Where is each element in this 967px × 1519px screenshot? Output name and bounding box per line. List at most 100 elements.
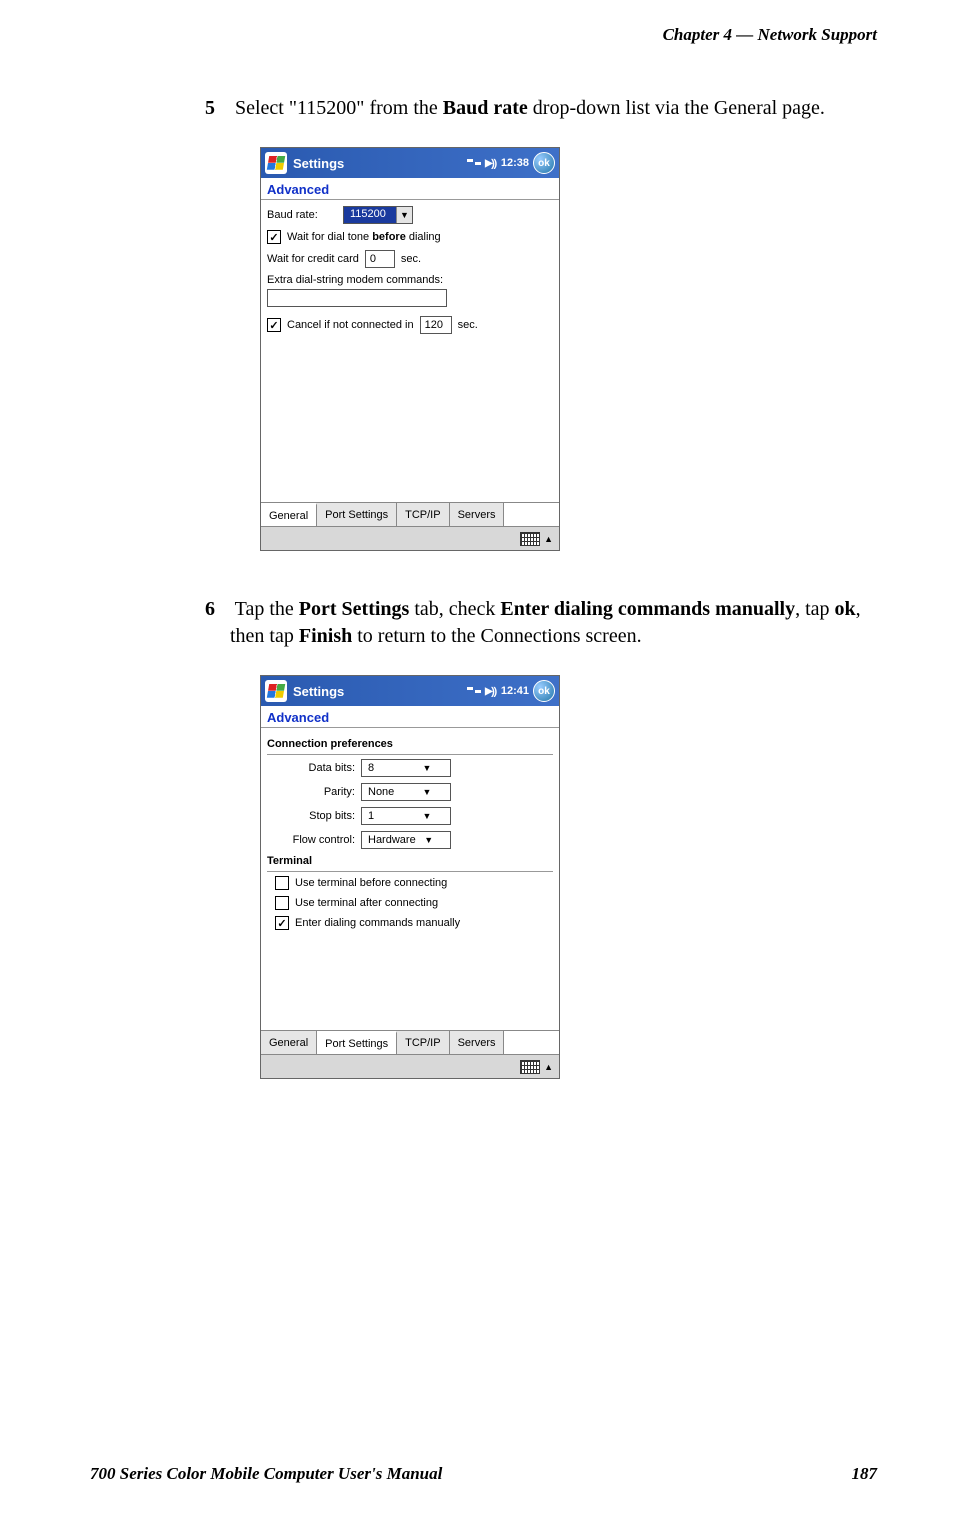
speaker-icon <box>485 684 497 699</box>
ok-button-2[interactable]: ok <box>533 680 555 702</box>
wait-dial-tone-checkbox[interactable]: ✓ <box>267 230 281 244</box>
step-5-frag-b: " from the <box>356 97 442 119</box>
status-icons-2: 12:41 <box>467 684 529 699</box>
stop-bits-value: 1 <box>362 809 420 823</box>
tab-servers[interactable]: Servers <box>450 503 505 526</box>
screen-body: Baud rate: 115200 ▼ ✓ Wait for dial tone… <box>261 200 559 502</box>
s6-b3: ok <box>835 598 856 620</box>
page-footer: 700 Series Color Mobile Computer User's … <box>90 1464 877 1484</box>
bottom-bar-2: ▲ <box>261 1054 559 1078</box>
parity-dropdown[interactable]: None ▼ <box>361 783 451 801</box>
cancel-checkbox[interactable]: ✓ <box>267 318 281 332</box>
terminal-before-checkbox[interactable] <box>275 876 289 890</box>
s6-d: , tap <box>795 598 834 620</box>
wait-credit-input[interactable]: 0 <box>365 250 395 268</box>
screenshot-2: Settings 12:41 ok Advanced Connection pr… <box>260 675 877 1079</box>
keyboard-icon[interactable] <box>520 532 540 546</box>
wait-credit-label: Wait for credit card <box>267 253 359 265</box>
extra-commands-input[interactable] <box>267 289 447 307</box>
chevron-down-icon: ▼ <box>396 207 412 223</box>
titlebar-2: Settings 12:41 ok <box>261 676 559 706</box>
stop-bits-label: Stop bits: <box>275 810 355 822</box>
chevron-down-icon: ▼ <box>420 812 434 821</box>
wait-dial-after: dialing <box>406 231 441 243</box>
baud-rate-dropdown[interactable]: 115200 ▼ <box>343 206 413 224</box>
step-5-frag-c: drop-down list via the General page. <box>528 97 825 119</box>
data-bits-label: Data bits: <box>275 762 355 774</box>
chevron-up-icon[interactable]: ▲ <box>544 534 553 544</box>
s6-f: to return to the Connections screen. <box>352 625 641 647</box>
wait-dial-before: Wait for dial tone <box>287 231 372 243</box>
keyboard-icon[interactable] <box>520 1060 540 1074</box>
windows-flag-icon[interactable] <box>265 152 287 174</box>
screen-body-2: Connection preferences Data bits: 8 ▼ Pa… <box>261 728 559 1030</box>
cancel-sec: sec. <box>458 319 478 331</box>
tab-tcpip[interactable]: TCP/IP <box>397 503 449 526</box>
stop-bits-dropdown[interactable]: 1 ▼ <box>361 807 451 825</box>
flow-control-value: Hardware <box>362 833 422 847</box>
wait-credit-sec: sec. <box>401 253 421 265</box>
screen-heading: Advanced <box>261 178 559 200</box>
ok-button[interactable]: ok <box>533 152 555 174</box>
tab-tcpip-2[interactable]: TCP/IP <box>397 1031 449 1054</box>
chevron-down-icon: ▼ <box>420 788 434 797</box>
chevron-down-icon: ▼ <box>420 764 434 773</box>
divider <box>267 754 553 755</box>
tab-port-settings-2[interactable]: Port Settings <box>317 1031 397 1054</box>
connection-icon <box>467 157 481 170</box>
connection-prefs-heading: Connection preferences <box>267 738 553 750</box>
clock: 12:38 <box>501 157 529 169</box>
data-bits-dropdown[interactable]: 8 ▼ <box>361 759 451 777</box>
ppc-window-general: Settings 12:38 ok Advanced Baud rate: 11… <box>260 147 560 551</box>
step-6-text: 6 Tap the Port Settings tab, check Enter… <box>230 596 877 650</box>
parity-value: None <box>362 785 420 799</box>
wait-dial-bold: before <box>372 231 406 243</box>
terminal-after-checkbox[interactable] <box>275 896 289 910</box>
divider <box>267 871 553 872</box>
chevron-down-icon: ▼ <box>422 836 436 845</box>
cancel-timeout-input[interactable]: 120 <box>420 316 452 334</box>
enter-dialing-manually-label: Enter dialing commands manually <box>295 917 460 929</box>
titlebar: Settings 12:38 ok <box>261 148 559 178</box>
step-6-number: 6 <box>205 596 230 623</box>
status-icons: 12:38 <box>467 156 529 171</box>
tab-bar-2: General Port Settings TCP/IP Servers <box>261 1030 559 1054</box>
flow-control-label: Flow control: <box>275 834 355 846</box>
tab-servers-2[interactable]: Servers <box>450 1031 505 1054</box>
clock-2: 12:41 <box>501 685 529 697</box>
terminal-heading: Terminal <box>267 855 553 867</box>
bottom-bar: ▲ <box>261 526 559 550</box>
page-header: Chapter 4 — Network Support <box>90 25 877 45</box>
parity-label: Parity: <box>275 786 355 798</box>
s6-b1: Port Settings <box>299 598 410 620</box>
step-5-baud: 115200 <box>297 97 356 119</box>
step-5-text: 5 Select "115200" from the Baud rate dro… <box>230 95 877 122</box>
terminal-before-label: Use terminal before connecting <box>295 877 447 889</box>
window-title-2: Settings <box>293 684 467 699</box>
terminal-after-label: Use terminal after connecting <box>295 897 438 909</box>
cancel-label: Cancel if not connected in <box>287 319 414 331</box>
window-title: Settings <box>293 156 467 171</box>
enter-dialing-manually-checkbox[interactable]: ✓ <box>275 916 289 930</box>
step-5-number: 5 <box>205 95 230 122</box>
tab-general[interactable]: General <box>261 503 317 526</box>
ppc-window-port-settings: Settings 12:41 ok Advanced Connection pr… <box>260 675 560 1079</box>
extra-commands-label: Extra dial-string modem commands: <box>267 274 553 286</box>
s6-b2: Enter dialing commands manually <box>500 598 795 620</box>
tab-port-settings[interactable]: Port Settings <box>317 503 397 526</box>
data-bits-value: 8 <box>362 761 420 775</box>
s6-a: Tap the <box>235 598 299 620</box>
wait-dial-tone-label: Wait for dial tone before dialing <box>287 231 441 243</box>
s6-b4: Finish <box>299 625 352 647</box>
manual-title: 700 Series Color Mobile Computer User's … <box>90 1464 442 1484</box>
windows-flag-icon[interactable] <box>265 680 287 702</box>
tab-bar: General Port Settings TCP/IP Servers <box>261 502 559 526</box>
baud-rate-value: 115200 <box>344 207 396 223</box>
baud-rate-label: Baud rate: <box>267 209 337 221</box>
chevron-up-icon[interactable]: ▲ <box>544 1062 553 1072</box>
step-5-frag-a: Select " <box>235 97 297 119</box>
connection-icon <box>467 685 481 698</box>
flow-control-dropdown[interactable]: Hardware ▼ <box>361 831 451 849</box>
speaker-icon <box>485 156 497 171</box>
tab-general-2[interactable]: General <box>261 1031 317 1054</box>
